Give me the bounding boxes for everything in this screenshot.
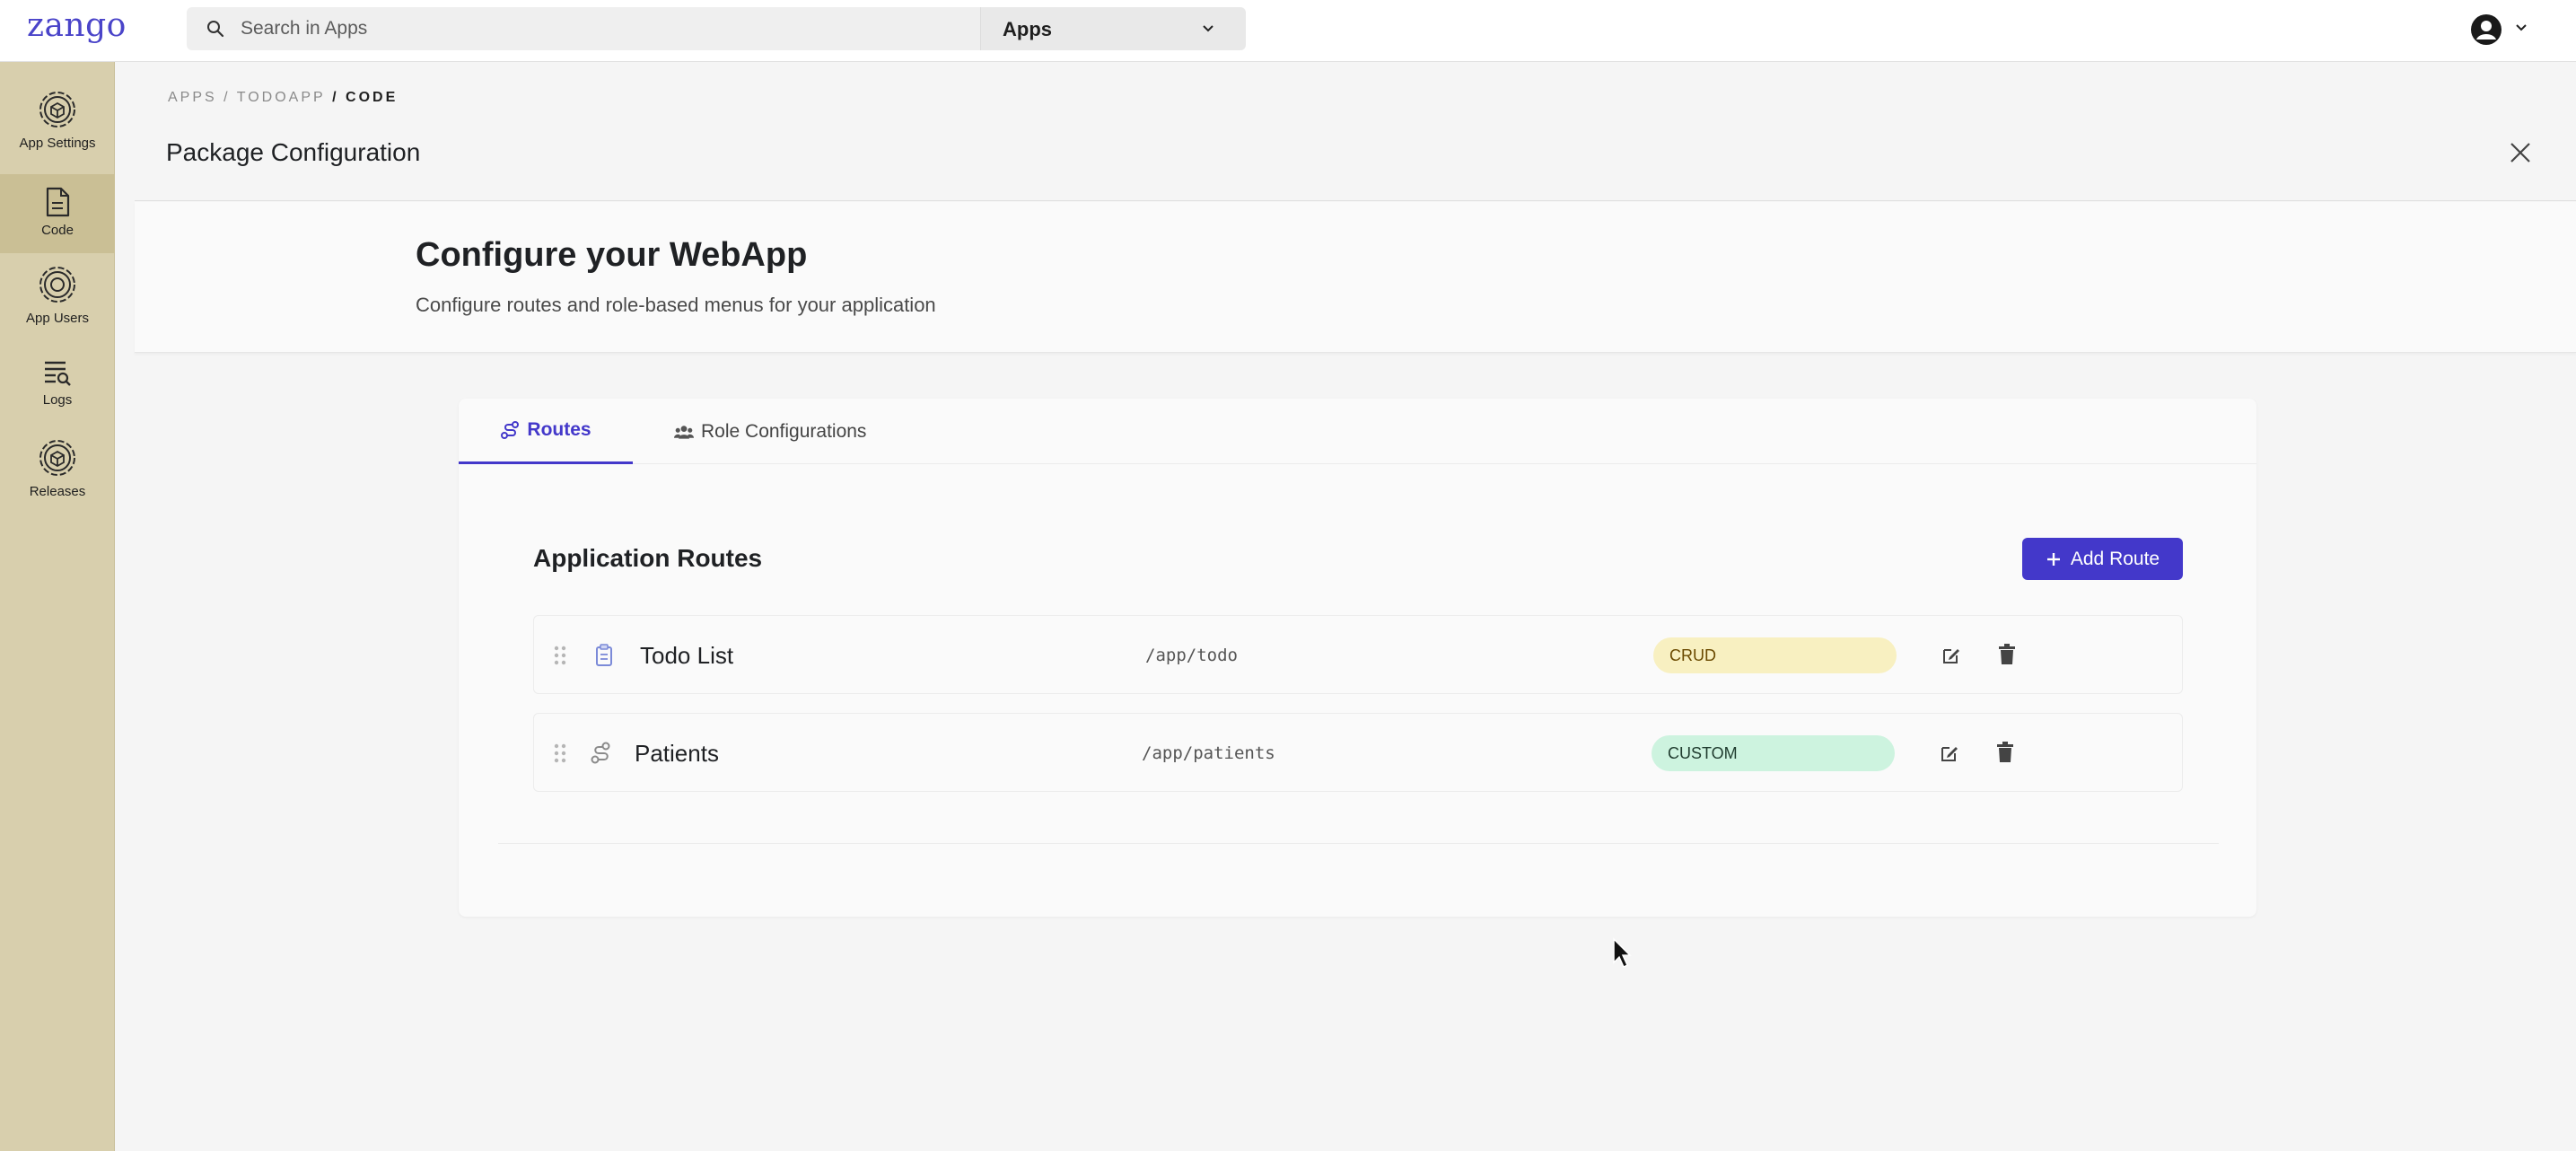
trash-icon[interactable] [1995,742,2015,763]
user-avatar-icon[interactable] [2470,13,2502,46]
chevron-down-icon [1203,25,1214,32]
add-route-label: Add Route [2070,548,2160,569]
tab-label: Routes [527,419,591,440]
top-bar: zango Apps [0,0,2576,62]
route-type-badge: CRUD [1653,637,1897,673]
breadcrumb-apps[interactable]: APPS [168,90,217,105]
file-code-icon [46,187,70,217]
route-type-badge: CUSTOM [1652,735,1895,771]
apps-scope-select[interactable]: Apps [980,7,1246,50]
plus-icon [2046,552,2060,566]
trash-icon[interactable] [1997,644,2017,665]
edit-icon[interactable] [1939,742,1960,764]
breadcrumb: APPS / TODOAPP / CODE [168,90,398,106]
sidebar-item-code[interactable]: Code [0,174,115,253]
route-name: Todo List [640,642,734,669]
breadcrumb-separator: / [216,90,237,105]
sidebar-item-logs[interactable]: Logs [0,358,115,430]
sidebar-item-app-users[interactable]: App Users [0,264,115,336]
sidebar-item-releases[interactable]: Releases [0,437,115,509]
hero-title: Configure your WebApp [416,236,808,274]
tab-label: Role Configurations [701,420,867,442]
gear-icon [39,92,75,127]
header-divider [135,200,2576,201]
route-name: Patients [635,740,719,767]
routes-card: Routes Role Configurations Application R… [459,399,2256,917]
hero-subtitle: Configure routes and role-based menus fo… [416,294,936,316]
route-icon [501,421,520,439]
sidebar-item-label: App Settings [19,136,96,151]
route-icon [591,742,610,764]
drag-handle-icon[interactable] [554,645,566,666]
brand-logo[interactable]: zango [27,7,127,44]
tab-routes[interactable]: Routes [459,399,633,464]
clipboard-icon [596,644,612,666]
gear-icon [39,267,75,303]
section-title: Application Routes [533,544,763,572]
sidebar-item-label: Releases [29,484,86,499]
apps-scope-label: Apps [1003,18,1052,40]
search-icon [207,21,224,38]
hero-panel: Configure your WebApp Configure routes a… [135,202,2576,353]
tab-bar: Routes Role Configurations [459,399,2256,464]
route-row: Todo List /app/todo CRUD [533,615,2183,694]
drag-handle-icon[interactable] [554,742,566,764]
mouse-cursor-icon [1613,937,1632,969]
logs-search-icon [45,361,71,386]
breadcrumb-current: CODE [346,90,399,105]
users-icon [674,425,694,439]
add-route-button[interactable]: Add Route [2022,538,2183,580]
gear-icon [39,440,75,476]
sidebar-item-label: Code [41,223,74,238]
breadcrumb-todoapp[interactable]: TODOAPP [237,90,326,105]
sidebar-item-app-settings[interactable]: App Settings [0,89,115,161]
sidebar-item-label: Logs [42,392,73,408]
route-path: /app/todo [1145,646,1238,665]
chevron-down-icon[interactable] [2513,20,2529,36]
sidebar-item-label: App Users [25,311,90,326]
route-path: /app/patients [1142,743,1275,763]
edit-icon[interactable] [1941,645,1962,666]
sidebar: App Settings Code App Users Logs Release… [0,62,115,1151]
page-title: Package Configuration [166,138,421,166]
breadcrumb-separator: / [325,90,346,105]
section-divider [498,843,2219,844]
route-row: Patients /app/patients CUSTOM [533,713,2183,792]
tab-role-configurations[interactable]: Role Configurations [674,399,866,464]
close-icon[interactable] [2506,138,2535,167]
